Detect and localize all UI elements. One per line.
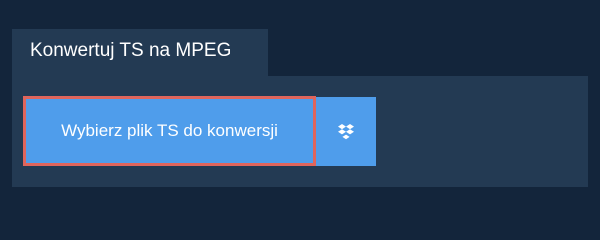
dropbox-button[interactable] [316, 97, 376, 166]
converter-tab-title: Konwertuj TS na MPEG [12, 29, 268, 76]
dropbox-icon [337, 123, 355, 140]
upload-panel: Wybierz plik TS do konwersji [12, 76, 588, 187]
choose-file-button[interactable]: Wybierz plik TS do konwersji [23, 96, 316, 166]
